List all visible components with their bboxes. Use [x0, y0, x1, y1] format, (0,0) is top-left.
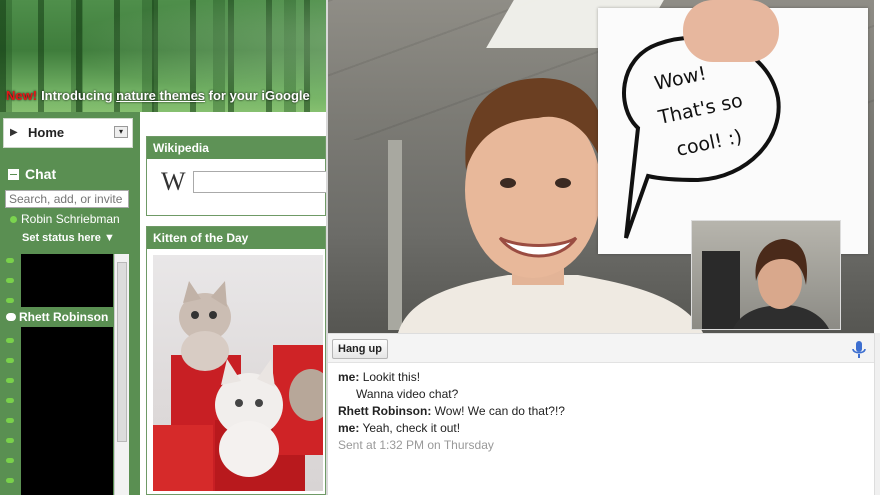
presence-icon	[6, 278, 14, 283]
sign-text-line-1: Wow!	[652, 62, 708, 94]
kitten-gadget: Kitten of the Day	[146, 226, 326, 495]
my-presence-row: Robin Schriebman	[10, 212, 120, 226]
set-status-label: Set status here	[22, 232, 101, 244]
gadget-title[interactable]: Wikipedia	[147, 137, 325, 159]
video-chat-window: Wow! That's so cool! :) Hang up me: Look…	[326, 0, 880, 495]
sign-text-line-2: That's so	[655, 90, 744, 129]
contact-presence-dots	[6, 258, 18, 493]
chat-header[interactable]: Chat	[8, 166, 56, 182]
message-sender: me:	[338, 421, 360, 435]
hang-up-button[interactable]: Hang up	[332, 339, 388, 359]
presence-icon	[6, 258, 14, 263]
chat-search-input[interactable]	[5, 190, 129, 208]
chat-transcript: me: Lookit this! Wanna video chat? Rhett…	[328, 363, 874, 495]
wikipedia-gadget: Wikipedia W	[146, 136, 327, 216]
online-status-icon	[10, 216, 17, 223]
home-tab-label: Home	[28, 125, 65, 140]
wikipedia-search-input[interactable]	[193, 171, 327, 193]
contact-name: Rhett Robinson	[19, 310, 109, 324]
chat-message: Wanna video chat?	[338, 386, 874, 403]
contact-list-scrollbar[interactable]	[114, 254, 129, 495]
presence-icon	[6, 418, 14, 423]
chat-message: Rhett Robinson: Wow! We can do that?!?	[338, 403, 874, 420]
promo-text-after: for your iGoogle	[205, 88, 310, 103]
presence-icon	[6, 298, 14, 303]
chevron-down-icon: ▼	[103, 232, 115, 244]
presence-icon	[6, 378, 14, 383]
sent-timestamp: Sent at 1:32 PM on Thursday	[338, 438, 494, 452]
microphone-icon[interactable]	[850, 340, 868, 360]
collapse-icon[interactable]	[8, 169, 19, 180]
self-view-video[interactable]	[691, 220, 841, 330]
video-chat-icon	[6, 313, 16, 321]
hand-holding-sign	[683, 0, 779, 62]
transcript-scrollbar[interactable]	[874, 333, 880, 495]
remote-video-feed[interactable]: Wow! That's so cool! :)	[328, 0, 874, 333]
message-text: Lookit this!	[362, 370, 421, 384]
gadget-title[interactable]: Kitten of the Day	[147, 227, 325, 249]
presence-icon	[6, 358, 14, 363]
my-name: Robin Schriebman	[21, 212, 120, 226]
presence-icon	[6, 338, 14, 343]
chat-sidebar: Chat Robin Schriebman Set status here ▼ …	[0, 152, 134, 495]
message-text: Wanna video chat?	[356, 387, 459, 401]
nature-themes-link[interactable]: nature themes	[116, 88, 205, 103]
contact-list[interactable]	[21, 254, 113, 495]
expand-triangle-icon[interactable]: ▶	[10, 127, 18, 138]
chat-title-label: Chat	[25, 166, 57, 182]
self-view-person	[702, 239, 829, 329]
presence-icon	[6, 478, 14, 483]
presence-icon	[6, 398, 14, 403]
scrollbar-thumb[interactable]	[117, 262, 127, 442]
message-sender: me:	[338, 370, 360, 384]
message-text: Wow! We can do that?!?	[434, 404, 565, 418]
kittens-illustration	[153, 281, 323, 491]
chat-message: me: Lookit this!	[338, 369, 874, 386]
new-badge: New!	[6, 88, 38, 103]
home-tab[interactable]: ▶ Home ▾	[3, 118, 133, 148]
microphone-icon-glyph	[852, 341, 866, 358]
contact-item-rhett[interactable]: Rhett Robinson	[6, 307, 114, 327]
wikipedia-logo: W	[161, 167, 186, 196]
kitten-photo	[153, 255, 323, 491]
message-sender: Rhett Robinson:	[338, 404, 432, 418]
set-status-dropdown[interactable]: Set status here ▼	[22, 232, 115, 244]
tab-menu-dropdown-icon[interactable]: ▾	[114, 126, 128, 138]
chat-message: me: Yeah, check it out!	[338, 420, 874, 437]
sign-text-line-3: cool! :)	[674, 126, 744, 161]
theme-promo-banner: New! Introducing nature themes for your i…	[6, 88, 310, 103]
presence-icon	[6, 438, 14, 443]
presence-icon	[6, 458, 14, 463]
promo-text-before: Introducing	[41, 88, 117, 103]
call-controls-bar: Hang up	[328, 333, 874, 363]
message-text: Yeah, check it out!	[362, 421, 461, 435]
